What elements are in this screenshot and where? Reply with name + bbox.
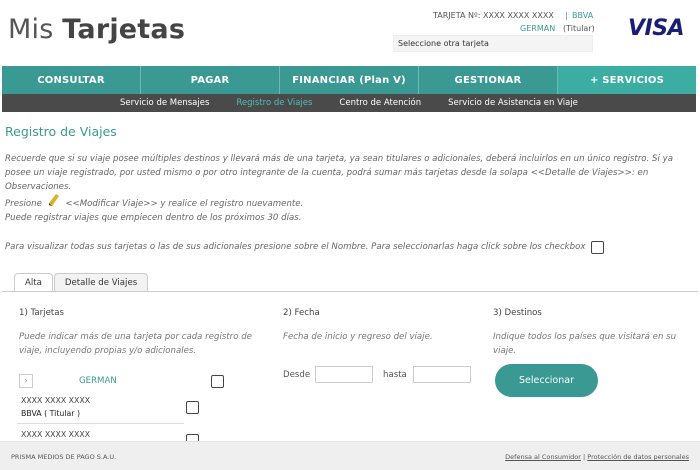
holder-name-link[interactable]: GERMAN [79, 376, 117, 386]
holder-checkbox[interactable] [211, 375, 224, 388]
intro-text: Recuerde que si su viaje posee múltiples… [5, 152, 695, 225]
intro-press-label: Presione [5, 199, 42, 209]
date-from-label: Desde [283, 370, 311, 380]
nav-gestionar[interactable]: GESTIONAR [419, 66, 558, 94]
date-from-input[interactable] [315, 366, 373, 383]
select-other-card-dropdown[interactable]: Seleccione otra tarjeta [393, 35, 593, 52]
card-1-checkbox[interactable] [186, 401, 199, 414]
card-holder-role: (Titular) [563, 24, 595, 33]
subnav-registro-viajes[interactable]: Registro de Viajes [236, 98, 312, 108]
date-section-description: Fecha de inicio y regreso del viaje. [283, 332, 433, 342]
destinations-section-description: Indique todos los países que visitará en… [493, 332, 677, 356]
intro-modify-text: <<Modificar Viaje>> y realice el registr… [65, 199, 304, 209]
nav-consultar[interactable]: CONSULTAR [2, 66, 141, 94]
footer-links: Defensa al Consumidor | Protección de da… [505, 453, 689, 461]
visa-logo: VISA [628, 16, 685, 41]
pencil-icon [45, 194, 63, 211]
subnav-mensajes[interactable]: Servicio de Mensajes [120, 98, 209, 108]
tabs: Alta Detalle de Viajes [14, 273, 149, 292]
card-bank: BBVA [572, 11, 594, 20]
subnav-asistencia-viaje[interactable]: Servicio de Asistencia en Viaje [448, 98, 578, 108]
destinations-section-title: 3) Destinos [493, 308, 542, 318]
visualize-text: Para visualizar todas sus tarjetas o las… [5, 242, 586, 252]
cards-section-title: 1) Tarjetas [19, 308, 64, 318]
footer-consumer-defense-link[interactable]: Defensa al Consumidor [505, 453, 581, 461]
nav-mas-servicios[interactable]: + SERVICIOS [558, 66, 696, 94]
footer-separator: | [583, 453, 586, 461]
subnav-centro-atencion[interactable]: Centro de Atención [339, 98, 421, 108]
intro-paragraph-1: Recuerde que si su viaje posee múltiples… [5, 154, 673, 192]
card-number-label: TARJETA Nº: XXXX XXXX XXXX [433, 11, 554, 20]
card-2-number: XXXX XXXX XXXX [21, 430, 91, 439]
date-to-input[interactable] [413, 366, 471, 383]
card-holder-name: GERMAN [520, 24, 556, 33]
select-destinations-button[interactable]: Seleccionar [495, 364, 598, 397]
visualize-instructions: Para visualizar todas sus tarjetas o las… [5, 241, 604, 254]
card-1-number: XXXX XXXX XXXX [21, 396, 91, 405]
app-logo: Mis Tarjetas [8, 14, 185, 45]
date-to-label: hasta [383, 370, 407, 380]
sub-nav: Servicio de Mensajes Registro de Viajes … [2, 94, 696, 112]
select-all-checkbox[interactable] [591, 241, 604, 254]
logo-bold-text: Tarjetas [62, 14, 186, 45]
tab-alta[interactable]: Alta [14, 273, 53, 292]
page-title: Registro de Viajes [5, 124, 117, 139]
footer: PRISMA MEDIOS DE PAGO S.A.U. Defensa al … [0, 441, 700, 470]
intro-paragraph-2: Presione <<Modificar Viaje>> y realice e… [5, 194, 695, 211]
logo-light-text: Mis [8, 14, 54, 45]
main-nav: CONSULTAR PAGAR FINANCIAR (Plan V) GESTI… [2, 66, 696, 94]
card-row-divider [17, 423, 184, 424]
cards-section-description: Puede indicar más de una tarjeta por cad… [19, 332, 252, 356]
nav-pagar[interactable]: PAGAR [141, 66, 280, 94]
card-1-bank: BBVA ( Titular ) [21, 409, 80, 418]
intro-paragraph-3: Puede registrar viajes que empiecen dent… [5, 213, 302, 223]
expand-holder-button[interactable]: › [19, 374, 33, 388]
tab-divider [2, 291, 698, 292]
nav-financiar[interactable]: FINANCIAR (Plan V) [280, 66, 419, 94]
card-info-separator: | [565, 11, 568, 20]
footer-company: PRISMA MEDIOS DE PAGO S.A.U. [11, 453, 117, 461]
tab-detalle-viajes[interactable]: Detalle de Viajes [53, 273, 149, 292]
footer-data-protection-link[interactable]: Protección de datos personales [587, 453, 689, 461]
date-section-title: 2) Fecha [283, 308, 320, 318]
